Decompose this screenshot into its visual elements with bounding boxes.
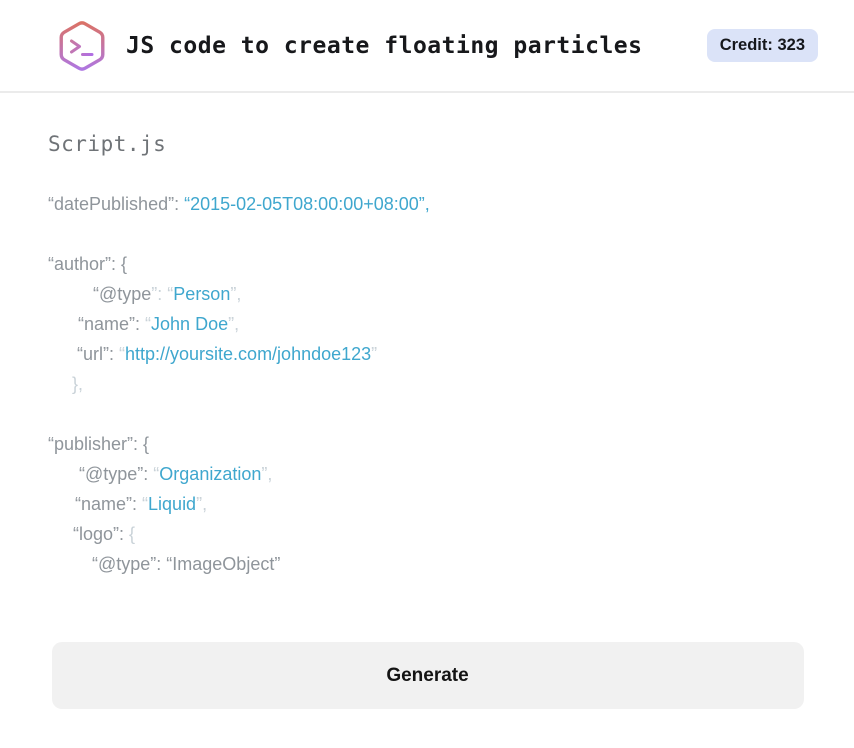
code-line: }, bbox=[48, 369, 807, 399]
code-token: “publisher”: { bbox=[48, 434, 150, 454]
code-line: “logo”: { bbox=[48, 519, 807, 549]
code-line: “name”: “John Doe”, bbox=[48, 309, 807, 339]
code-token: ”, bbox=[230, 284, 242, 304]
code-block: “datePublished”: “2015-02-05T08:00:00+08… bbox=[48, 189, 807, 579]
code-line: “name”: “Liquid”, bbox=[48, 489, 807, 519]
code-token: Organization bbox=[159, 464, 262, 484]
code-token: }, bbox=[72, 374, 84, 394]
code-token: John Doe bbox=[151, 314, 229, 334]
code-token: “name”: bbox=[78, 314, 146, 334]
file-title: Script.js bbox=[48, 132, 167, 156]
terminal-hexagon-icon bbox=[54, 18, 110, 74]
code-line: “@type”: “ImageObject” bbox=[48, 549, 807, 579]
code-line: “author”: { bbox=[48, 249, 807, 279]
main-content: Script.js “datePublished”: “2015-02-05T0… bbox=[0, 93, 854, 709]
header: JS code to create floating particles Cre… bbox=[0, 0, 854, 93]
code-token: ”: bbox=[151, 284, 168, 304]
code-token: Liquid bbox=[148, 494, 197, 514]
code-token: “@type”: “ImageObject” bbox=[92, 554, 281, 574]
code-token: { bbox=[129, 524, 136, 544]
code-token: “url”: bbox=[77, 344, 119, 364]
code-token: “2015-02-05T08:00:00+08:00”, bbox=[184, 194, 430, 214]
code-token: ”, bbox=[228, 314, 240, 334]
code-line: “datePublished”: “2015-02-05T08:00:00+08… bbox=[48, 189, 807, 219]
code-line: “url”: “http://yoursite.com/johndoe123” bbox=[48, 339, 807, 369]
code-token: Person bbox=[173, 284, 231, 304]
code-token: “@type”: bbox=[79, 464, 154, 484]
code-token: ”, bbox=[196, 494, 208, 514]
code-token: ” bbox=[371, 344, 378, 364]
code-token: http://yoursite.com/johndoe123 bbox=[125, 344, 372, 364]
code-token: “logo”: bbox=[73, 524, 130, 544]
page-title: JS code to create floating particles bbox=[126, 32, 643, 59]
code-token: “author”: { bbox=[48, 254, 128, 274]
code-line: “@type”: “Organization”, bbox=[48, 459, 807, 489]
code-token: “name”: bbox=[75, 494, 143, 514]
credit-badge: Credit: 323 bbox=[706, 29, 818, 62]
code-line: “@type”: “Person”, bbox=[48, 279, 807, 309]
generate-button[interactable]: Generate bbox=[51, 642, 804, 709]
code-token: ”, bbox=[261, 464, 273, 484]
code-line: “publisher”: { bbox=[48, 429, 807, 459]
code-token: “@type bbox=[93, 284, 152, 304]
code-token: “datePublished”: bbox=[48, 194, 185, 214]
